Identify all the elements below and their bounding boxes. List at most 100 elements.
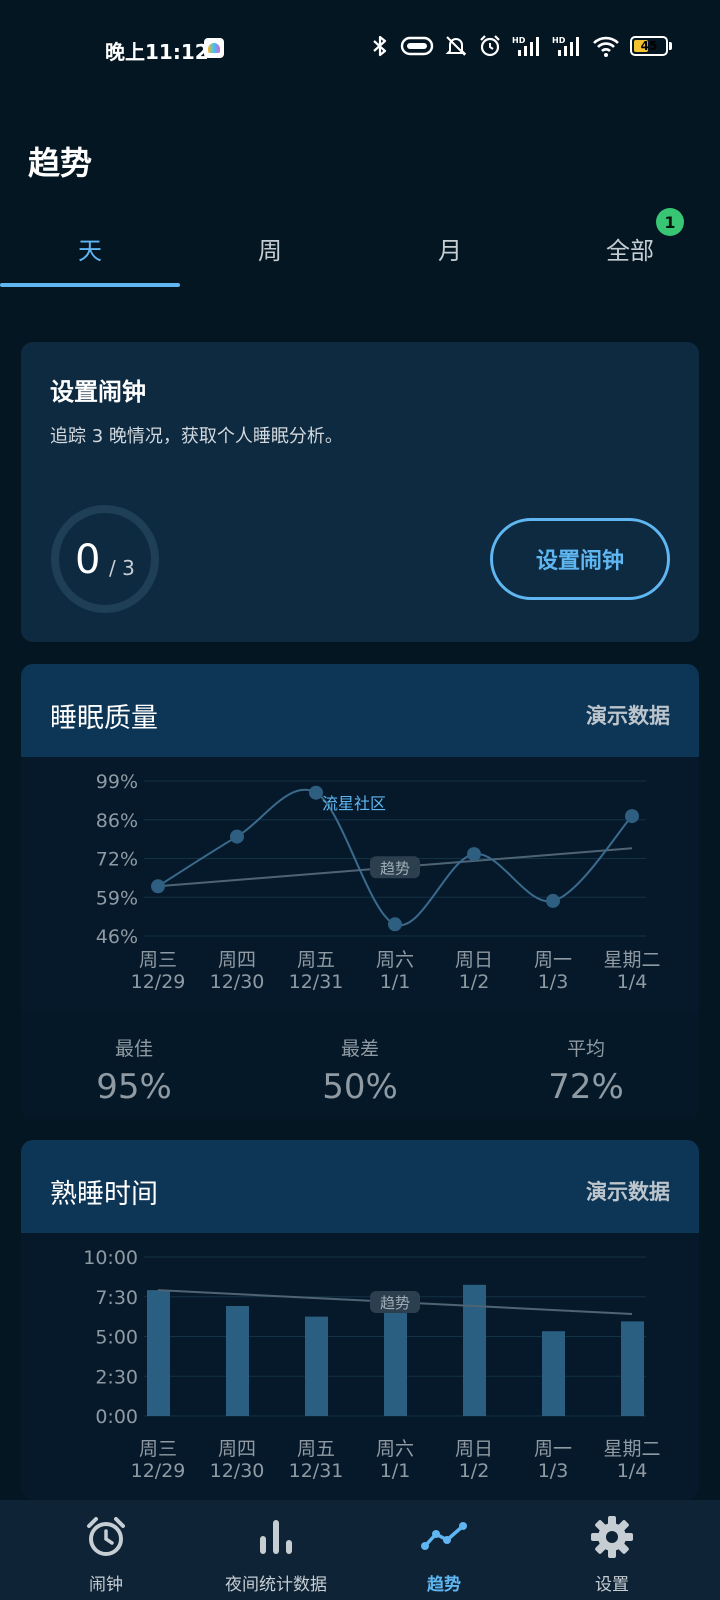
data-point — [625, 809, 639, 824]
svg-text:HD: HD — [552, 36, 566, 45]
stat-average-value: 72% — [548, 1067, 624, 1107]
x-tick-date: 12/31 — [289, 971, 344, 993]
y-tick-label: 46% — [96, 926, 138, 948]
y-tick-label: 0:00 — [95, 1406, 138, 1428]
x-tick-day: 周一 — [534, 949, 572, 971]
x-tick-date: 12/30 — [210, 1460, 265, 1482]
tab-day[interactable]: 天 — [0, 210, 180, 286]
x-tick-day: 周三 — [139, 1438, 177, 1460]
bar — [226, 1306, 249, 1416]
status-icons: HD HD 45 — [370, 34, 672, 58]
x-tick-day: 周五 — [297, 1438, 335, 1460]
tab-month[interactable]: 月 — [360, 210, 540, 286]
tab-week[interactable]: 周 — [180, 210, 360, 286]
stat-worst: 最差 50% — [247, 1014, 473, 1107]
tab-indicator — [0, 283, 180, 287]
battery-level: 45 — [640, 39, 658, 53]
stat-average: 平均 72% — [473, 1014, 699, 1107]
sleep-quality-title: 睡眠质量 — [50, 703, 158, 734]
x-tick-date: 1/1 — [380, 971, 411, 993]
x-tick-day: 星期二 — [603, 1438, 660, 1460]
deep-sleep-chart: 10:007:305:002:300:00趋势周三12/29周四12/30周五1… — [83, 1247, 660, 1482]
signal-hd-icon: HD — [552, 36, 579, 56]
nav-settings[interactable]: 设置 — [562, 1500, 662, 1600]
y-tick-label: 2:30 — [95, 1366, 138, 1388]
trend-label: 趋势 — [380, 859, 410, 877]
set-alarm-card: 设置闹钟 追踪 3 晚情况，获取个人睡眠分析。 0 / 3 设置闹钟 — [21, 342, 699, 642]
wifi-icon — [593, 36, 619, 57]
gear-icon — [591, 1516, 633, 1558]
bar — [384, 1312, 407, 1416]
demo-data-label[interactable]: 演示数据 — [586, 700, 670, 730]
demo-data-label[interactable]: 演示数据 — [586, 1176, 670, 1206]
stat-best-value: 95% — [96, 1067, 172, 1107]
sleep-quality-stats: 最佳 95% 最差 50% 平均 72% — [21, 1014, 699, 1119]
data-point — [230, 829, 244, 844]
data-point — [546, 893, 560, 908]
y-tick-label: 5:00 — [95, 1327, 138, 1349]
nav-alarm-label: 闹钟 — [89, 1575, 123, 1595]
y-tick-label: 99% — [96, 771, 138, 793]
x-tick-date: 1/3 — [538, 1460, 569, 1482]
deep-sleep-title: 熟睡时间 — [50, 1179, 158, 1210]
x-tick-day: 周四 — [218, 949, 256, 971]
y-tick-label: 59% — [96, 887, 138, 909]
stat-best: 最佳 95% — [21, 1014, 247, 1107]
x-tick-date: 1/2 — [459, 971, 490, 993]
nav-trends[interactable]: 趋势 — [394, 1500, 494, 1600]
bluetooth-icon — [373, 35, 387, 57]
stat-average-label: 平均 — [566, 1038, 605, 1060]
bar-chart-icon — [260, 1520, 292, 1554]
x-tick-day: 周日 — [455, 1438, 493, 1460]
svg-text:HD: HD — [512, 36, 526, 45]
data-point — [388, 917, 402, 932]
bar — [305, 1316, 328, 1416]
deep-sleep-header: 熟睡时间 演示数据 — [21, 1140, 699, 1233]
x-tick-day: 周六 — [376, 1438, 414, 1460]
x-tick-day: 周一 — [534, 1438, 572, 1460]
x-tick-date: 12/29 — [131, 971, 186, 993]
alarm-card-title: 设置闹钟 — [50, 378, 146, 406]
x-tick-day: 周日 — [455, 949, 493, 971]
progress-current: 0 — [75, 537, 101, 583]
app-notification-icon — [204, 38, 224, 58]
bottom-navigation: 闹钟 夜间统计数据 趋势 设置 — [0, 1500, 720, 1600]
y-tick-label: 72% — [96, 849, 138, 871]
x-tick-date: 1/2 — [459, 1460, 490, 1482]
nights-progress-ring — [51, 505, 159, 613]
x-tick-day: 周六 — [376, 949, 414, 971]
x-tick-date: 12/29 — [131, 1460, 186, 1482]
pill-icon — [400, 36, 434, 56]
x-tick-date: 1/1 — [380, 1460, 411, 1482]
sleep-quality-chart: 99% 86% 72% 59% 46% 趋势 流星社区周三12/29 周四12/30 周五12/… — [96, 771, 661, 993]
y-tick-label: 10:00 — [83, 1247, 138, 1269]
bar — [542, 1331, 565, 1416]
x-tick-date: 1/4 — [617, 1460, 648, 1482]
nav-night-stats[interactable]: 夜间统计数据 — [206, 1500, 346, 1600]
bar — [463, 1284, 486, 1416]
tab-all[interactable]: 全部 — [540, 210, 720, 286]
sleep-quality-card: 睡眠质量 演示数据 99% 86% 72% 59% 46% 趋势 流星社区 周三 12/29 周四… — [21, 664, 699, 1119]
status-time: 晚上11:12 — [105, 40, 209, 64]
watermark-label: 流星社区 — [322, 794, 386, 813]
bar — [147, 1290, 170, 1416]
sleep-quality-header: 睡眠质量 演示数据 — [21, 664, 699, 757]
nav-night-stats-label: 夜间统计数据 — [225, 1575, 327, 1595]
alarm-card-description: 追踪 3 晚情况，获取个人睡眠分析。 — [50, 426, 343, 447]
x-tick-day: 周三 — [139, 949, 177, 971]
nav-trends-label: 趋势 — [427, 1575, 461, 1595]
x-tick-day: 星期二 — [603, 949, 660, 971]
bar — [621, 1321, 644, 1416]
x-tick-date: 12/31 — [289, 1460, 344, 1482]
x-tick-date: 1/4 — [617, 971, 648, 993]
data-point — [151, 879, 165, 894]
progress-total: / 3 — [109, 556, 135, 580]
x-tick-date: 12/30 — [210, 971, 265, 993]
set-alarm-button[interactable]: 设置闹钟 — [490, 518, 670, 600]
trend-line-icon — [421, 1522, 467, 1550]
status-bar: 晚上11:12 HD HD 45 — [0, 0, 720, 96]
data-point — [467, 847, 481, 862]
signal-hd-icon: HD — [512, 36, 539, 56]
x-tick-day: 周五 — [297, 949, 335, 971]
nav-alarm[interactable]: 闹钟 — [56, 1500, 156, 1600]
